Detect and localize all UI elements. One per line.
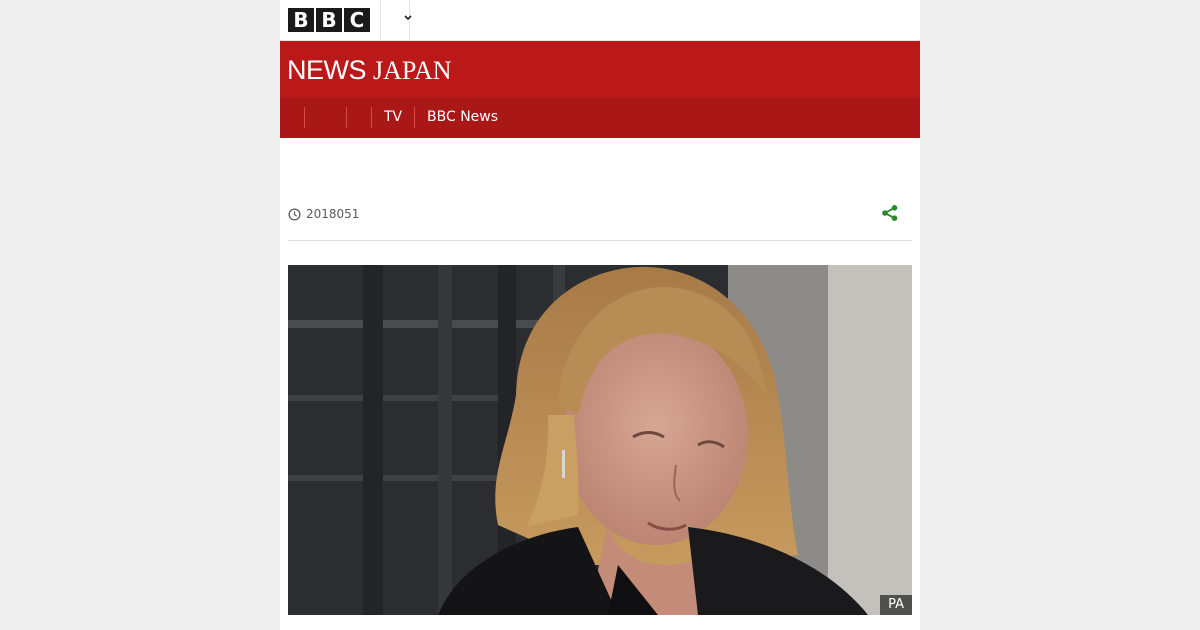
- bbc-logo[interactable]: B B C: [288, 8, 370, 32]
- more-menu-button[interactable]: [380, 0, 412, 40]
- article-date: 2018051: [306, 207, 360, 221]
- nav-item-3[interactable]: [346, 107, 347, 128]
- bbc-logo-letter: B: [288, 8, 314, 32]
- divider: [288, 240, 912, 241]
- nav-item-bbc-news[interactable]: BBC News: [414, 107, 498, 128]
- masthead: NEWS JAPAN: [280, 41, 920, 97]
- clock-icon: [288, 207, 301, 221]
- brand-news: NEWS: [287, 55, 367, 85]
- nav-item-2[interactable]: [304, 107, 322, 128]
- hero-photo: [288, 265, 912, 615]
- news-japan-logo[interactable]: NEWS JAPAN: [287, 55, 452, 86]
- section-nav: TV BBC News: [280, 97, 920, 138]
- share-icon[interactable]: [881, 204, 899, 222]
- chevron-down-icon: [404, 14, 412, 24]
- brand-japan: JAPAN: [373, 56, 452, 85]
- image-credit: PA: [880, 595, 912, 615]
- page: B B C NEWS JAPAN TV BBC News 2018051 PA: [280, 0, 920, 630]
- article-meta: 2018051: [288, 205, 359, 223]
- article-hero-image: PA: [288, 265, 912, 615]
- bbc-logo-letter: B: [316, 8, 342, 32]
- nav-item-tv[interactable]: TV: [371, 107, 402, 128]
- bbc-logo-letter: C: [344, 8, 370, 32]
- bbc-top-bar: B B C: [280, 0, 920, 41]
